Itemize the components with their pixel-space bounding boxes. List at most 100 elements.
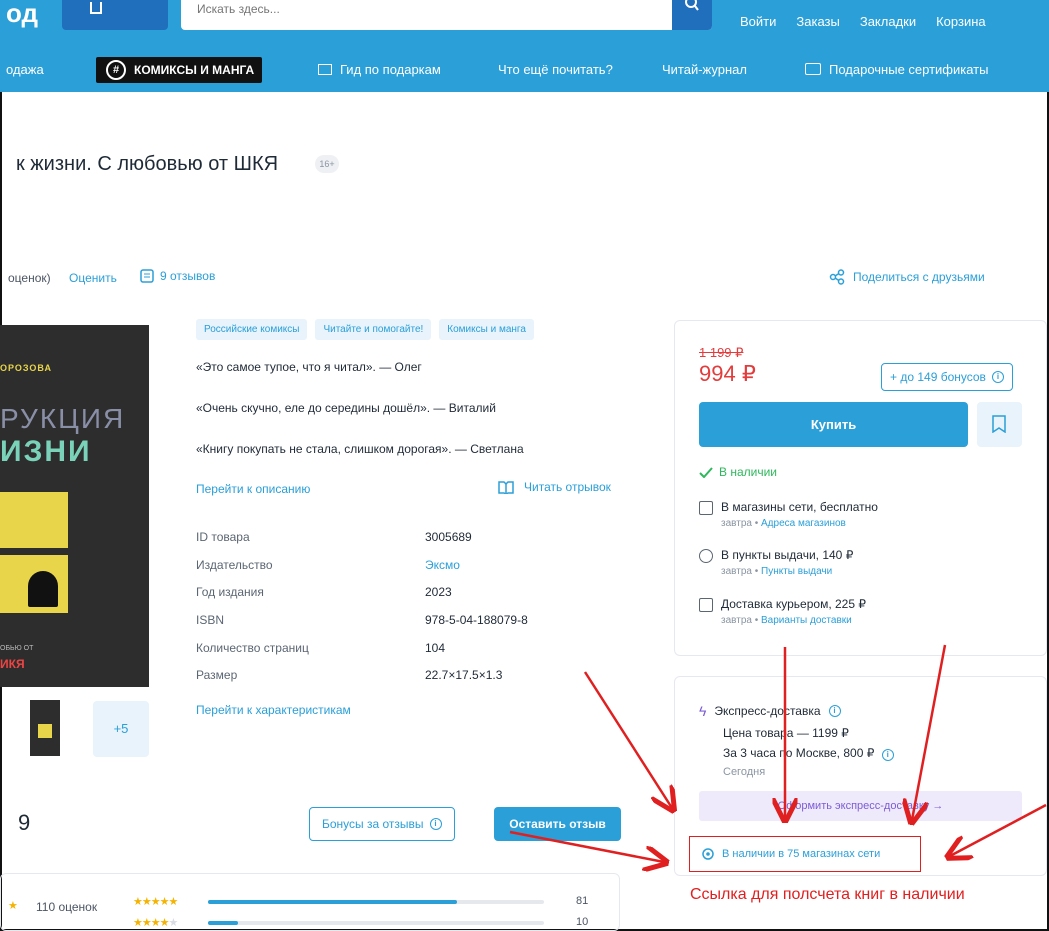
rating-count-5: 81 — [576, 895, 589, 907]
cover-author-text: ОРОЗОВА — [0, 363, 52, 373]
cover-yellow-block — [0, 492, 68, 548]
delivery-option-courier: Доставка курьером, 225 ₽ завтра • Вариан… — [699, 597, 866, 626]
express-title: ϟ Экспресс-доставка i — [699, 703, 841, 719]
bonus-label: + до 149 бонусов — [890, 370, 986, 384]
delivery-title: Доставка курьером, 225 ₽ — [721, 597, 866, 611]
rating-bar-fill — [208, 900, 457, 904]
cart-link[interactable]: Корзина — [936, 14, 986, 29]
express-title-label: Экспресс-доставка — [714, 704, 821, 718]
spec-value: 3005689 — [425, 530, 472, 544]
rating-count-text: оценок) — [8, 271, 51, 285]
annotation-caption: Ссылка для полсчета книг в наличии — [690, 886, 965, 903]
tag-russian-comics[interactable]: Российские комиксы — [196, 319, 308, 340]
rating-count-4: 10 — [576, 916, 589, 928]
bonus-badge[interactable]: + до 149 бонусов i — [881, 363, 1013, 391]
express-time-label: За 3 часа по Москве, 800 ₽ — [723, 746, 875, 760]
store-icon — [699, 501, 713, 515]
tag-list: Российские комиксы Читайте и помогайте! … — [196, 319, 534, 340]
delivery-when: завтра — [721, 615, 752, 626]
certificate-icon — [805, 63, 821, 75]
rating-bar-4 — [208, 921, 544, 925]
lightning-icon: ϟ — [699, 703, 707, 719]
spec-value: 2023 — [425, 585, 452, 599]
search-input[interactable] — [197, 2, 677, 16]
spec-label: Издательство — [196, 558, 273, 572]
catalog-icon — [90, 2, 102, 14]
publisher-link[interactable]: Эксмо — [425, 558, 460, 572]
location-pin-icon — [702, 847, 714, 860]
description-quote: «Очень скучно, еле до середины дошёл». —… — [196, 401, 496, 415]
text-fade — [520, 440, 580, 458]
cover-thumbnail[interactable] — [30, 700, 60, 756]
read-excerpt-link[interactable]: Читать отрывок — [498, 480, 611, 494]
order-express-button[interactable]: Оформить экспресс-доставку → — [699, 791, 1022, 821]
delivery-when: завтра — [721, 518, 752, 529]
delivery-option-store: В магазины сети, бесплатно завтра • Адре… — [699, 500, 878, 529]
user-links: Войти Заказы Закладки Корзина — [740, 14, 986, 29]
share-button[interactable]: Поделиться с друзьями — [829, 269, 985, 285]
book-cover-image[interactable]: ОРОЗОВА РУКЦИЯ ИЗНИ ОБЬЮ ОТ ИКЯ — [0, 325, 149, 687]
nav-item-label: Гид по подаркам — [340, 62, 441, 77]
spec-label: ID товара — [196, 530, 250, 544]
leave-review-button[interactable]: Оставить отзыв — [494, 807, 621, 841]
nav-item-sale[interactable]: одажа — [6, 62, 44, 77]
nav-item-label: Подарочные сертификаты — [829, 62, 989, 77]
login-link[interactable]: Войти — [740, 14, 776, 29]
catalog-button[interactable] — [62, 0, 168, 30]
spec-label: ISBN — [196, 613, 225, 627]
spec-label: Количество страниц — [196, 641, 309, 655]
nav-item-gift-cards[interactable]: Подарочные сертификаты — [805, 62, 988, 77]
reviews-link-label: 9 отзывов — [160, 269, 216, 283]
in-stock-status: В наличии — [699, 465, 777, 479]
bookmark-button[interactable] — [977, 402, 1022, 447]
read-excerpt-label: Читать отрывок — [524, 480, 611, 494]
current-price: 994 ₽ — [699, 361, 756, 386]
tag-comics-manga[interactable]: Комиксы и манга — [439, 319, 534, 340]
cover-subtitle: ОБЬЮ ОТ — [0, 645, 34, 652]
nav-item-what-to-read[interactable]: Что ещё почитать? — [498, 62, 613, 77]
review-bonus-label: Бонусы за отзывы — [322, 817, 424, 831]
search-button[interactable] — [672, 0, 712, 30]
share-icon — [829, 269, 845, 285]
truck-icon — [699, 598, 713, 612]
review-bonus-button[interactable]: Бонусы за отзывы i — [309, 807, 455, 841]
express-price-line: Цена товара — 1199 ₽ — [723, 726, 849, 740]
buy-button[interactable]: Купить — [699, 402, 968, 447]
nav-item-gift-guide[interactable]: Гид по подаркам — [318, 62, 441, 77]
spec-label: Год издания — [196, 585, 264, 599]
nav-item-comics-manga[interactable]: # КОМИКСЫ И МАНГА — [96, 57, 263, 83]
tag-read-and-help[interactable]: Читайте и помогайте! — [315, 319, 432, 340]
more-images-button[interactable]: +5 — [93, 701, 149, 757]
product-title: к жизни. С любовью от ШКЯ — [16, 153, 279, 175]
info-icon: i — [429, 818, 442, 830]
spec-value: 104 — [425, 641, 446, 655]
location-pin-icon — [699, 549, 713, 563]
cover-title-line2: ИЗНИ — [0, 435, 92, 468]
rate-link[interactable]: Оценить — [69, 271, 117, 285]
reviews-link[interactable]: 9 отзывов — [140, 269, 215, 283]
rating-row-5-stars: ★★★★★ — [133, 896, 178, 908]
express-time-line: За 3 часа по Москве, 800 ₽ i — [723, 746, 894, 761]
cover-silhouette — [28, 571, 58, 607]
info-icon[interactable]: i — [828, 705, 841, 717]
rating-bar-fill — [208, 921, 239, 925]
stores-availability-link[interactable]: В наличии в 75 магазинах сети — [689, 836, 921, 872]
go-to-description-link[interactable]: Перейти к описанию — [196, 482, 310, 496]
bookmarks-link[interactable]: Закладки — [860, 14, 916, 29]
delivery-options-link[interactable]: Варианты доставки — [761, 615, 852, 626]
store-addresses-link[interactable]: Адреса магазинов — [761, 518, 846, 529]
reviews-count: 9 — [18, 810, 31, 835]
rating-bar-5 — [208, 900, 544, 904]
orders-link[interactable]: Заказы — [796, 14, 839, 29]
go-to-specs-link[interactable]: Перейти к характеристикам — [196, 703, 351, 717]
pickup-points-link[interactable]: Пункты выдачи — [761, 566, 832, 577]
thumbnail-yellow-block — [38, 724, 52, 738]
site-logo[interactable]: од — [6, 0, 38, 26]
nav-item-label: КОМИКСЫ И МАНГА — [134, 63, 255, 77]
total-ratings: 110 оценок — [36, 900, 98, 914]
nav-item-journal[interactable]: Читай-журнал — [662, 62, 747, 77]
old-price: 1 199 ₽ — [699, 345, 744, 360]
cover-title-line1: РУКЦИЯ — [0, 403, 126, 434]
star-icon: ★ — [8, 900, 18, 912]
info-icon[interactable]: i — [881, 749, 894, 761]
